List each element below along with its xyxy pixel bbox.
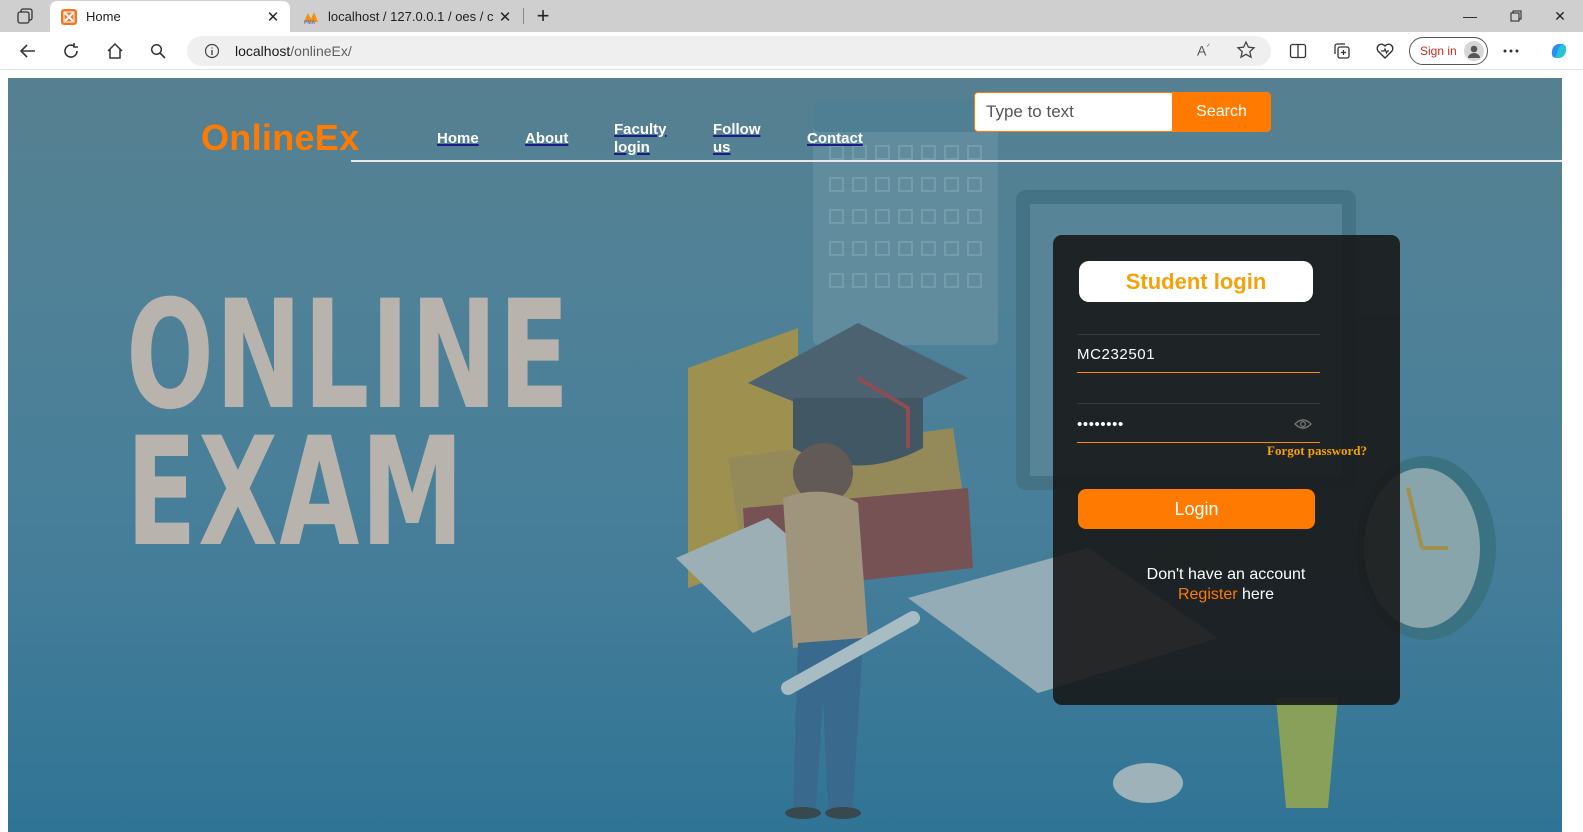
nav-contact[interactable]: Contact	[807, 130, 863, 148]
nav-follow-us[interactable]: Follow us	[713, 121, 761, 157]
browser-tab-bar: Home ✕ PMA localhost / 127.0.0.1 / oes /…	[0, 0, 1583, 32]
refresh-icon[interactable]	[57, 38, 85, 64]
phpmyadmin-icon: PMA	[303, 9, 319, 25]
username-field-top-border	[1077, 334, 1320, 335]
nav-about[interactable]: About	[525, 130, 568, 148]
username-underline	[1077, 372, 1320, 373]
forgot-password-link[interactable]: Forgot password?	[1267, 443, 1367, 459]
tab-title: localhost / 127.0.0.1 / oes / cand	[328, 9, 494, 24]
tab-home[interactable]: Home ✕	[50, 1, 290, 32]
avatar	[1464, 41, 1484, 61]
more-menu-icon[interactable]	[1497, 38, 1525, 64]
nav-faculty-line2: login	[614, 139, 650, 156]
xampp-icon	[61, 8, 77, 25]
site-info-icon[interactable]	[204, 43, 220, 59]
nav-faculty-line1: Faculty	[614, 121, 667, 138]
search-input[interactable]	[974, 92, 1173, 132]
close-icon[interactable]: ✕	[262, 6, 284, 28]
student-login-card: Student login Forgot password? Login Don…	[1053, 235, 1400, 705]
split-screen-icon[interactable]	[1284, 38, 1312, 64]
browser-toolbar: localhost/onlineEx/ Aᐟ Sign in	[0, 32, 1583, 70]
register-suffix: here	[1242, 586, 1275, 603]
nav-divider	[351, 160, 1562, 162]
back-icon[interactable]	[14, 38, 42, 64]
nav-faculty-login[interactable]: Faculty login	[614, 121, 667, 157]
read-aloud-icon[interactable]: Aᐟ	[1197, 42, 1210, 59]
url-text: localhost/onlineEx/	[235, 43, 352, 59]
search-icon[interactable]	[144, 38, 172, 64]
svg-text:PMA: PMA	[304, 20, 316, 24]
password-field[interactable]	[1077, 409, 1320, 439]
restore-icon[interactable]	[1494, 4, 1538, 28]
login-button[interactable]: Login	[1078, 489, 1315, 529]
username-field[interactable]	[1077, 339, 1320, 369]
tab-title: Home	[86, 9, 121, 24]
register-link[interactable]: Register	[1178, 586, 1238, 603]
collections-icon[interactable]	[1328, 38, 1356, 64]
site-logo[interactable]: OnlineEx	[201, 117, 359, 159]
copilot-icon[interactable]	[1545, 38, 1573, 64]
sign-in-button[interactable]: Sign in	[1409, 37, 1488, 65]
register-prefix: Don't have an account	[1146, 566, 1306, 583]
login-title: Student login	[1079, 261, 1313, 302]
close-window-icon[interactable]: ✕	[1538, 4, 1582, 28]
password-field-top-border	[1077, 403, 1320, 404]
page-viewport: ONLINE EXAM OnlineEx Home About Faculty l…	[8, 78, 1562, 832]
new-tab-icon[interactable]: +	[532, 3, 554, 28]
hero-line-exam: EXAM	[126, 406, 466, 580]
browser-essentials-icon[interactable]	[1371, 38, 1399, 64]
tab-divider	[523, 8, 524, 24]
close-icon[interactable]: ✕	[494, 6, 516, 28]
favorite-star-icon[interactable]	[1236, 40, 1256, 60]
home-icon[interactable]	[101, 38, 129, 64]
nav-follow-line2: us	[713, 139, 731, 156]
sign-in-label: Sign in	[1420, 44, 1457, 58]
register-prompt: Don't have an account Register here	[1113, 565, 1339, 605]
tab-phpmyadmin[interactable]: PMA localhost / 127.0.0.1 / oes / cand ✕	[292, 1, 522, 32]
search-button[interactable]: Search	[1172, 92, 1271, 132]
minimize-icon[interactable]: —	[1448, 4, 1492, 28]
address-bar[interactable]: localhost/onlineEx/ Aᐟ	[187, 36, 1271, 66]
show-password-eye-icon[interactable]	[1294, 417, 1312, 431]
nav-follow-line1: Follow	[713, 121, 761, 138]
nav-home[interactable]: Home	[437, 130, 479, 148]
tab-actions-icon[interactable]	[14, 6, 36, 26]
